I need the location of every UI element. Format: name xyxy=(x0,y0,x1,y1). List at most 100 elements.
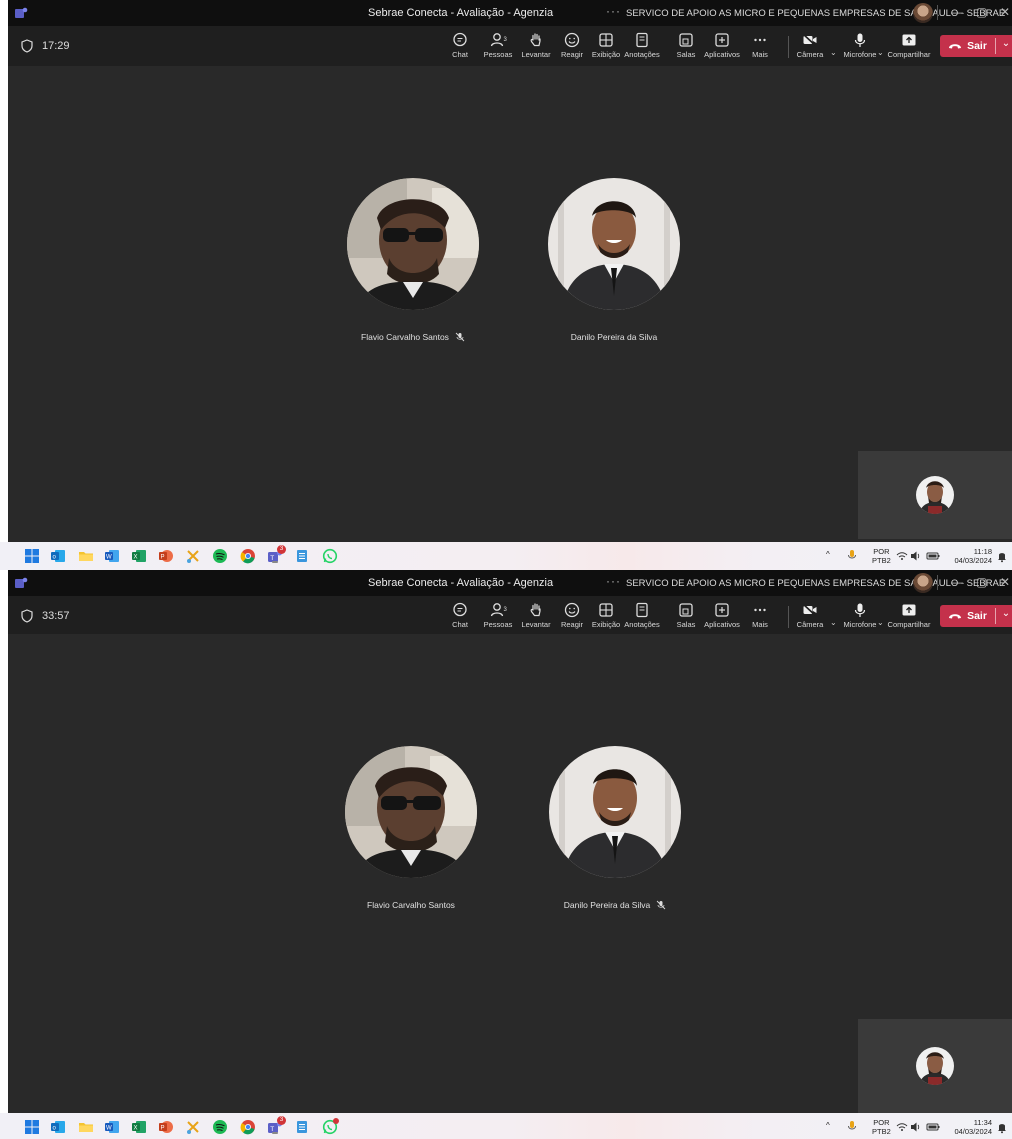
powerpoint-icon[interactable]: P xyxy=(158,1119,174,1135)
leave-button[interactable]: Sair ⌄ xyxy=(940,605,1012,627)
input-language[interactable]: POR PTB2 xyxy=(872,547,891,565)
microphone-icon xyxy=(854,603,866,617)
whatsapp-icon[interactable] xyxy=(322,548,338,564)
snipping-tool-icon[interactable] xyxy=(185,1119,201,1135)
chat-button[interactable]: Chat xyxy=(440,600,480,634)
camera-label: Câmera xyxy=(796,620,824,629)
file-explorer-icon[interactable] xyxy=(78,1119,94,1135)
raise-hand-button[interactable]: Levantar xyxy=(516,600,556,634)
restore-button[interactable]: ▢ xyxy=(976,5,987,19)
rooms-button[interactable]: Salas xyxy=(666,30,706,64)
camera-button[interactable]: Câmera xyxy=(790,30,830,64)
more-button[interactable]: Mais xyxy=(740,30,780,64)
close-button[interactable]: ✕ xyxy=(1000,575,1010,589)
leave-main[interactable]: Sair xyxy=(940,35,995,57)
raise-hand-button[interactable]: Levantar xyxy=(516,30,556,64)
leave-options-chevron-icon[interactable]: ⌄ xyxy=(997,608,1012,624)
rooms-button[interactable]: Salas xyxy=(666,600,706,634)
more-button[interactable]: Mais xyxy=(740,600,780,634)
restore-button[interactable]: ▢ xyxy=(976,575,987,589)
windows-start-icon[interactable] xyxy=(24,548,40,564)
self-view-tile[interactable] xyxy=(858,451,1012,539)
participant-tile-danilo[interactable]: Danilo Pereira da Silva xyxy=(524,178,704,345)
wifi-icon[interactable] xyxy=(896,1119,908,1135)
chat-label: Chat xyxy=(452,50,468,59)
show-hidden-icons-chevron-icon[interactable]: ^ xyxy=(826,550,830,559)
whatsapp-taskbar-button[interactable] xyxy=(322,1118,339,1135)
windows-start-icon[interactable] xyxy=(24,1119,40,1135)
people-button[interactable]: 3 Pessoas xyxy=(478,600,518,634)
teams-taskbar-button[interactable]: T 3 xyxy=(267,545,286,564)
screenshot-2: Sebrae Conecta - Avaliação - Agenzia ···… xyxy=(0,570,1012,1139)
apps-button[interactable]: Aplicativos xyxy=(702,30,742,64)
more-options-icon[interactable]: ··· xyxy=(606,574,621,588)
mic-options-chevron-icon[interactable]: ⌄ xyxy=(877,48,884,57)
wifi-icon[interactable] xyxy=(896,548,908,564)
people-count: 3 xyxy=(504,37,508,43)
camera-button[interactable]: Câmera xyxy=(790,600,830,634)
view-button[interactable]: Exibição xyxy=(586,30,626,64)
notes-button[interactable]: Anotações xyxy=(622,600,662,634)
apps-button[interactable]: Aplicativos xyxy=(702,600,742,634)
notepad-icon[interactable] xyxy=(294,548,310,564)
minimize-button[interactable]: — xyxy=(951,5,963,19)
tray-mic-icon[interactable] xyxy=(846,548,858,564)
leave-main[interactable]: Sair xyxy=(940,605,995,627)
microphone-button[interactable]: Microfone xyxy=(840,600,880,634)
volume-icon[interactable] xyxy=(910,1119,922,1135)
close-button[interactable]: ✕ xyxy=(1000,5,1010,19)
outlook-icon[interactable]: o xyxy=(50,1119,66,1135)
battery-icon[interactable] xyxy=(926,548,940,564)
word-icon[interactable]: W xyxy=(104,1119,120,1135)
avatar xyxy=(549,746,681,878)
participant-tile-flavio[interactable]: Flavio Carvalho Santos xyxy=(321,746,501,913)
excel-icon[interactable]: X xyxy=(131,548,147,564)
show-hidden-icons-chevron-icon[interactable]: ^ xyxy=(826,1121,830,1130)
word-icon[interactable]: W xyxy=(104,548,120,564)
share-button[interactable]: Compartilhar xyxy=(884,600,934,634)
toolbar-divider xyxy=(788,36,789,58)
unread-dot xyxy=(333,1118,339,1124)
system-clock[interactable]: 11:34 04/03/2024 xyxy=(946,1118,992,1136)
more-options-icon[interactable]: ··· xyxy=(606,4,621,18)
mic-options-chevron-icon[interactable]: ⌄ xyxy=(877,618,884,627)
minimize-button[interactable]: — xyxy=(951,575,963,589)
camera-options-chevron-icon[interactable]: ⌄ xyxy=(830,618,837,627)
chat-button[interactable]: Chat xyxy=(440,30,480,64)
meeting-stage: Flavio Carvalho Santos Danilo Pereira da… xyxy=(8,66,1012,542)
share-button[interactable]: Compartilhar xyxy=(884,30,934,64)
system-clock[interactable]: 11:18 04/03/2024 xyxy=(946,547,992,565)
notification-bell-icon[interactable] xyxy=(996,1119,1008,1135)
notes-icon xyxy=(636,32,648,48)
people-button[interactable]: 3 Pessoas xyxy=(478,30,518,64)
powerpoint-icon[interactable]: P xyxy=(158,548,174,564)
window-title: Sebrae Conecta - Avaliação - Agenzia xyxy=(368,577,554,589)
file-explorer-icon[interactable] xyxy=(78,548,94,564)
excel-icon[interactable]: X xyxy=(131,1119,147,1135)
spotify-icon[interactable] xyxy=(212,1119,228,1135)
notification-bell-icon[interactable] xyxy=(996,548,1008,564)
account-avatar[interactable] xyxy=(913,3,933,23)
view-button[interactable]: Exibição xyxy=(586,600,626,634)
chrome-icon[interactable] xyxy=(240,548,256,564)
leave-options-chevron-icon[interactable]: ⌄ xyxy=(997,38,1012,54)
volume-icon[interactable] xyxy=(910,548,922,564)
notes-button[interactable]: Anotações xyxy=(622,30,662,64)
input-language[interactable]: POR PTB2 xyxy=(872,1118,891,1136)
account-avatar[interactable] xyxy=(913,573,933,593)
leave-button[interactable]: Sair ⌄ xyxy=(940,35,1012,57)
snipping-tool-icon[interactable] xyxy=(185,548,201,564)
tray-mic-icon[interactable] xyxy=(846,1119,858,1135)
camera-options-chevron-icon[interactable]: ⌄ xyxy=(830,48,837,57)
spotify-icon[interactable] xyxy=(212,548,228,564)
participant-tile-flavio[interactable]: Flavio Carvalho Santos xyxy=(323,178,503,345)
participant-tile-danilo[interactable]: Danilo Pereira da Silva xyxy=(525,746,705,913)
notepad-icon[interactable] xyxy=(294,1119,310,1135)
microphone-button[interactable]: Microfone xyxy=(840,30,880,64)
outlook-icon[interactable]: o xyxy=(50,548,66,564)
leave-divider xyxy=(995,608,996,624)
self-view-tile[interactable] xyxy=(858,1019,1012,1113)
battery-icon[interactable] xyxy=(926,1119,940,1135)
teams-taskbar-button[interactable]: T 3 xyxy=(267,1116,286,1135)
chrome-icon[interactable] xyxy=(240,1119,256,1135)
